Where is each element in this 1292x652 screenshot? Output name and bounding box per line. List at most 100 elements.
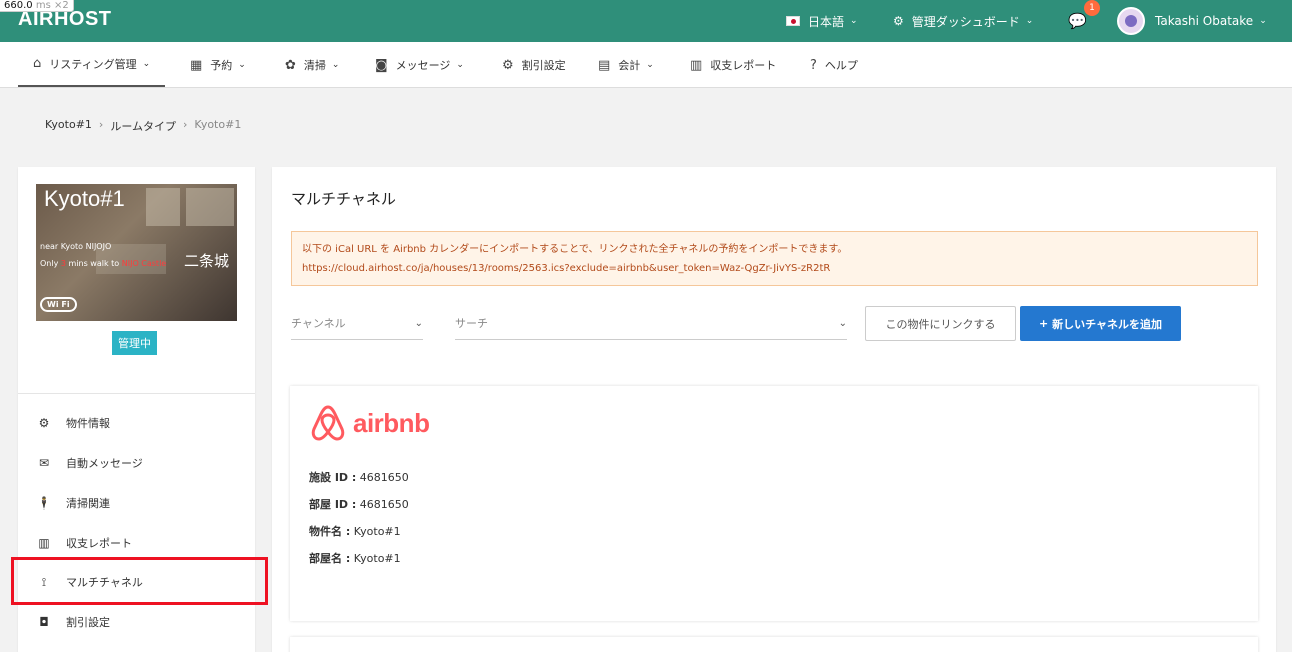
nav-accounting[interactable]: ▤ 会計 ⌄ — [598, 42, 654, 88]
chevron-down-icon: ⌄ — [1259, 16, 1267, 26]
message-icon: ◙ — [375, 57, 388, 73]
user-name: Takashi Obatake — [1155, 14, 1254, 28]
render-timing: 660.0 ms ×2 — [0, 0, 74, 12]
breadcrumb-separator: › — [98, 118, 104, 131]
chevron-down-icon: ⌄ — [1025, 16, 1034, 26]
chevron-down-icon: ⌄ — [331, 60, 340, 70]
sidebar-item-label: 清掃関連 — [66, 497, 110, 510]
add-channel-label: 新しいチャネルを追加 — [1052, 317, 1163, 331]
airbnb-wordmark: airbnb — [353, 407, 430, 438]
sidebar-item-label: 収支レポート — [66, 537, 132, 550]
nav-reservations-label: 予約 — [210, 59, 233, 72]
nav-report-label: 収支レポート — [710, 59, 777, 72]
breadcrumb-current: Kyoto#1 — [194, 118, 242, 131]
channel-card-airbnb: airbnb 施設 ID : 4681650 部屋 ID : 4681650 物… — [290, 386, 1258, 621]
nav-help-label: ヘルプ — [824, 59, 858, 72]
chevron-down-icon: ⌄ — [238, 60, 246, 70]
wifi-icon: Wi Fi — [40, 297, 77, 312]
link-property-button[interactable]: この物件にリンクする — [865, 306, 1016, 341]
sidebar-item-report[interactable]: ▥ 収支レポート — [36, 533, 132, 553]
nav-discounts[interactable]: ⚙ 割引設定 — [502, 42, 566, 88]
breadcrumb: Kyoto#1 › ルームタイプ › Kyoto#1 — [45, 118, 241, 134]
channel-card-next — [290, 637, 1258, 652]
search-select[interactable]: サーチ ⌄ — [455, 307, 847, 340]
room-id-row: 部屋 ID : 4681650 — [309, 498, 409, 511]
chevron-down-icon: ⌄ — [456, 60, 464, 70]
dashboard-menu[interactable]: ⚙ 管理ダッシュボード ⌄ — [893, 0, 1033, 42]
sidebar-item-auto-message[interactable]: ✉ 自動メッセージ — [36, 453, 143, 473]
sidebar-item-property-info[interactable]: ⚙ 物件情報 — [36, 413, 110, 433]
language-label: 日本語 — [808, 14, 845, 29]
person-icon: 🕴 — [36, 496, 52, 510]
main-nav: ⌂ リスティング管理 ⌄ ▦ 予約 ⌄ ✿ 清掃 ⌄ ◙ メッセージ ⌄ ⚙ 割… — [0, 42, 1292, 88]
ical-alert: 以下の iCal URL を Airbnb カレンダーにインポートすることで、リ… — [291, 231, 1258, 286]
nav-messages-label: メッセージ — [395, 59, 451, 72]
main-panel: マルチチャネル 以下の iCal URL を Airbnb カレンダーにインポー… — [272, 167, 1276, 652]
channel-select[interactable]: チャンネル ⌄ — [291, 307, 423, 340]
ical-url[interactable]: https://cloud.airhost.co/ja/houses/13/ro… — [302, 259, 1247, 278]
nav-cleaning[interactable]: ✿ 清掃 ⌄ — [285, 42, 339, 88]
japan-flag-icon — [786, 16, 800, 26]
nav-listing-label: リスティング管理 — [49, 57, 137, 71]
page-title: マルチチャネル — [291, 190, 396, 208]
nav-listing[interactable]: ⌂ リスティング管理 ⌄ — [18, 42, 166, 87]
sidebar-item-label: 物件情報 — [66, 417, 110, 430]
alert-message: 以下の iCal URL を Airbnb カレンダーにインポートすることで、リ… — [302, 244, 848, 255]
nav-cleaning-label: 清掃 — [303, 59, 326, 72]
top-header: AIRHOST 日本語 ⌄ ⚙ 管理ダッシュボード ⌄ 💬 1 Takashi … — [0, 0, 1292, 42]
breadcrumb-room-type[interactable]: ルームタイプ — [110, 118, 176, 134]
report-icon: ▥ — [38, 536, 50, 550]
language-selector[interactable]: 日本語 ⌄ — [786, 0, 858, 42]
gear-icon: ⚙ — [38, 416, 50, 430]
nav-accounting-label: 会計 — [618, 59, 641, 72]
room-name-row: 部屋名 : Kyoto#1 — [309, 552, 401, 565]
facility-id-row: 施設 ID : 4681650 — [309, 471, 409, 484]
gear-icon: ⚙ — [893, 14, 904, 28]
chevron-down-icon: ⌄ — [850, 16, 858, 26]
help-icon: ? — [810, 57, 817, 73]
chevron-down-icon: ⌄ — [142, 58, 151, 69]
calculator-icon: ▤ — [598, 57, 611, 73]
plus-icon: + — [1038, 317, 1049, 330]
sidebar-divider — [18, 393, 255, 394]
dashboard-label: 管理ダッシュボード — [911, 14, 1020, 29]
home-icon: ⌂ — [33, 56, 42, 71]
sidebar-item-label: 割引設定 — [66, 616, 110, 629]
property-photo-line1: near Kyoto NIJOJO — [40, 242, 112, 251]
status-badge: 管理中 — [112, 331, 157, 355]
user-menu[interactable]: Takashi Obatake ⌄ — [1117, 0, 1267, 42]
property-photo: Kyoto#1 near Kyoto NIJOJO Only 3 mins wa… — [36, 184, 237, 321]
nav-report[interactable]: ▥ 収支レポート — [690, 42, 776, 88]
chat-icon: 💬 — [1068, 12, 1087, 30]
avatar — [1117, 7, 1145, 35]
calendar-icon: ▦ — [190, 57, 203, 73]
chevron-down-icon: ⌄ — [838, 317, 847, 329]
chevron-down-icon: ⌄ — [646, 60, 654, 70]
airbnb-logo: airbnb — [309, 403, 430, 443]
search-select-value: サーチ — [455, 317, 488, 330]
gear-icon: ⚙ — [502, 57, 514, 73]
cleaning-icon: ✿ — [285, 57, 296, 73]
property-photo-kanji: 二条城 — [184, 252, 230, 270]
property-photo-line2: Only 3 mins walk to NIJO Castle — [40, 259, 167, 268]
envelope-icon: ✉ — [38, 456, 50, 470]
highlight-box — [11, 557, 268, 605]
nav-discounts-label: 割引設定 — [521, 59, 566, 72]
airbnb-icon — [311, 405, 345, 441]
notification-badge: 1 — [1084, 0, 1100, 16]
channel-select-value: チャンネル — [291, 317, 346, 330]
breadcrumb-separator: › — [183, 118, 188, 131]
chevron-down-icon: ⌄ — [414, 317, 423, 329]
sidebar-item-discounts[interactable]: ◘ 割引設定 — [36, 612, 110, 632]
tag-icon: ◘ — [39, 615, 49, 629]
report-icon: ▥ — [690, 57, 703, 73]
breadcrumb-property[interactable]: Kyoto#1 — [45, 118, 92, 134]
sidebar-item-cleaning[interactable]: 🕴 清掃関連 — [36, 493, 110, 513]
nav-help[interactable]: ? ヘルプ — [810, 42, 858, 88]
nav-messages[interactable]: ◙ メッセージ ⌄ — [375, 42, 464, 88]
property-photo-title: Kyoto#1 — [44, 186, 125, 211]
property-name-row: 物件名 : Kyoto#1 — [309, 525, 401, 538]
sidebar-item-label: 自動メッセージ — [66, 457, 143, 470]
nav-reservations[interactable]: ▦ 予約 ⌄ — [190, 42, 246, 88]
add-channel-button[interactable]: + 新しいチャネルを追加 — [1020, 306, 1181, 341]
